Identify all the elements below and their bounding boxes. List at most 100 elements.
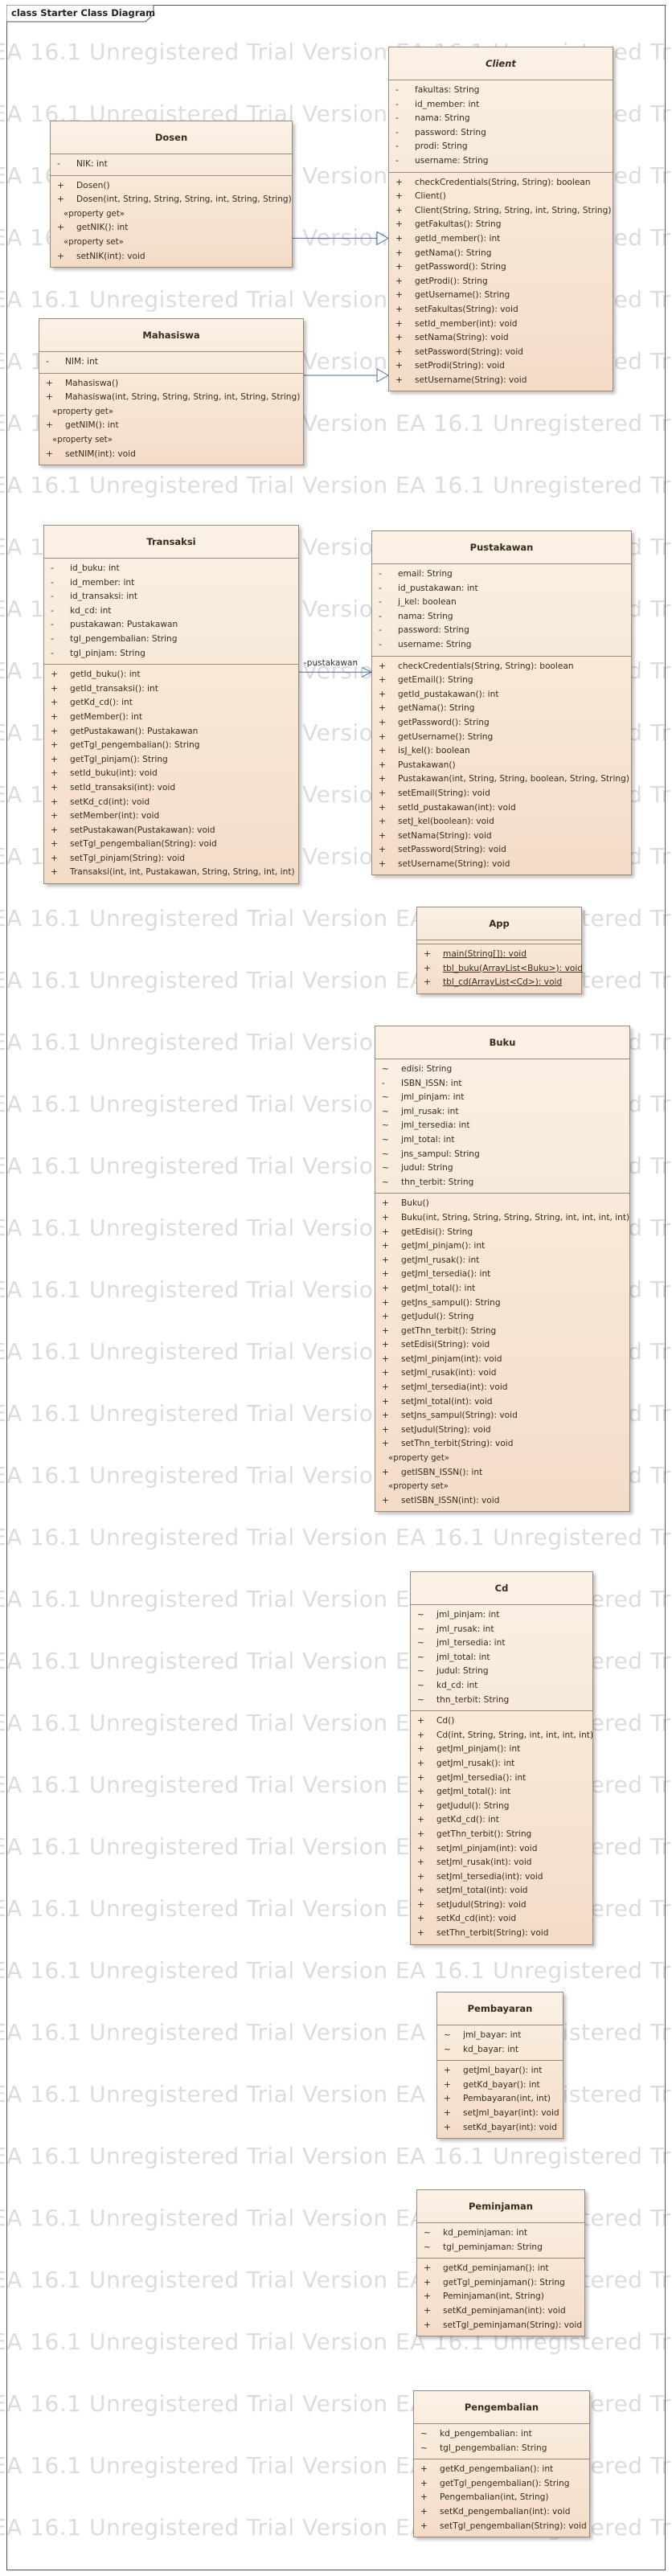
attribute-text: password: String: [415, 127, 486, 137]
operation-text: getISBN_ISSN(): int: [401, 1467, 483, 1477]
stereotype-label: «property set»: [388, 1482, 449, 1492]
operation-text: setJ_kel(boolean): void: [398, 817, 494, 827]
operation-text: Pembayaran(int, int): [463, 2094, 551, 2104]
operation-text: setUsername(String): void: [415, 375, 527, 385]
operation: + getUsername(): String: [377, 731, 628, 745]
operation-text: getKd_peminjaman(): int: [443, 2263, 549, 2274]
operation: + setTgl_pengembalian(String): void: [49, 838, 295, 852]
operation-text: setTgl_pengembalian(String): void: [440, 2521, 587, 2531]
visibility-marker: -: [382, 1078, 385, 1088]
visibility-marker: +: [382, 1424, 389, 1435]
operation-text: setEdisi(String): void: [401, 1340, 490, 1350]
operation-text: setPassword(String): void: [415, 346, 523, 357]
visibility-marker: +: [444, 2094, 451, 2104]
attribute-text: fakultas: String: [415, 85, 480, 95]
operation-text: getId_buku(): int: [70, 670, 141, 680]
operation-text: getKd_bayar(): int: [463, 2079, 540, 2090]
operation-text: getJns_sampul(): String: [401, 1297, 501, 1308]
class-name: Transaksi: [44, 526, 298, 559]
class-cd[interactable]: Cd ~ jml_pinjam: int ~ jml_rusak: int ~ jml_te…: [410, 1571, 593, 1945]
visibility-marker: +: [51, 839, 58, 850]
visibility-marker: +: [379, 717, 386, 727]
visibility-marker: -: [395, 85, 399, 95]
visibility-marker: +: [51, 683, 58, 694]
visibility-marker: +: [395, 219, 403, 230]
visibility-marker: +: [379, 774, 386, 784]
operation-text: setISBN_ISSN(int): void: [401, 1495, 500, 1505]
visibility-marker: +: [379, 689, 386, 699]
operation: + getJml_rusak(): int: [380, 1254, 626, 1268]
attribute-text: tgl_pengembalian: String: [440, 2443, 547, 2453]
visibility-marker: ~: [382, 1149, 389, 1159]
operation: + Pembayaran(int, int): [442, 2092, 559, 2107]
operation-text: Mahasiswa(int, String, String, String, i…: [65, 392, 301, 403]
operation-text: getJudul(): String: [401, 1312, 474, 1322]
attribute: - NIM: int: [44, 355, 300, 370]
operation: + Pustakawan(int, String, String, boolean…: [377, 772, 629, 787]
visibility-marker: ~: [417, 1680, 424, 1690]
visibility-marker: ~: [417, 1652, 424, 1662]
visibility-marker: +: [424, 977, 431, 988]
operation: + getNama(): String: [394, 247, 609, 261]
operation-text: setThn_terbit(String): void: [401, 1439, 514, 1449]
operation: + getJml_total(): int: [380, 1282, 626, 1296]
attribute-text: NIM: int: [65, 357, 98, 367]
class-pembayaran[interactable]: Pembayaran ~ jml_bayar: int ~ kd_bayar: int +…: [436, 1992, 563, 2140]
operation: + setJml_tersedia(int): void: [380, 1381, 626, 1395]
visibility-marker: +: [395, 177, 403, 187]
class-mahasiswa[interactable]: Mahasiswa - NIM: int + Mahasiswa() + Mahasiswa…: [39, 318, 304, 466]
attribute: - pustakawan: Pustakawan: [49, 618, 295, 633]
operation: + getKd_bayar(): int: [442, 2078, 559, 2093]
visibility-marker: ~: [382, 1092, 389, 1103]
visibility-marker: +: [417, 1787, 424, 1797]
class-buku[interactable]: Buku ~ edisi: String - ISBN_ISSN: int ~ jml_pi…: [375, 1026, 630, 1513]
visibility-marker: ~: [382, 1163, 389, 1173]
attribute-text: email: String: [398, 569, 453, 579]
class-dosen[interactable]: Dosen - NIK: int + Dosen() + Dosen(int, String…: [50, 121, 293, 268]
visibility-marker: -: [57, 159, 60, 169]
attribute: ~ jml_bayar: int: [442, 2029, 559, 2043]
class-pustakawan[interactable]: Pustakawan - email: String - id_pustakawan: …: [371, 530, 632, 876]
operation-text: setJml_bayar(int): void: [463, 2107, 559, 2118]
visibility-marker: -: [51, 605, 54, 616]
visibility-marker: +: [382, 1325, 389, 1336]
visibility-marker: +: [51, 797, 58, 807]
visibility-marker: ~: [382, 1120, 389, 1131]
visibility-marker: -: [395, 113, 399, 124]
visibility-marker: +: [382, 1198, 389, 1209]
operation: + setThn_terbit(String): void: [380, 1437, 626, 1452]
visibility-marker: +: [51, 853, 58, 863]
operation: + setKd_peminjaman(int): void: [422, 2304, 581, 2319]
operation: + getEdisi(): String: [380, 1226, 626, 1240]
class-peminjaman[interactable]: Peminjaman ~ kd_peminjaman: int ~ tgl_peminj…: [416, 2189, 585, 2337]
operation-text: setTgl_peminjaman(String): void: [443, 2320, 583, 2330]
visibility-marker: +: [424, 2291, 431, 2302]
class-pengembalian[interactable]: Pengembalian ~ kd_pengembalian: int ~ tgl_pe…: [413, 2390, 590, 2538]
operation-text: getNIM(): int: [65, 420, 119, 431]
operation-text: setJml_total(int): void: [436, 1886, 528, 1896]
visibility-marker: +: [46, 420, 53, 431]
operation-text: getPassword(): String: [398, 717, 490, 727]
attribute-text: judul: String: [436, 1666, 489, 1677]
class-app[interactable]: App + main(String[]): void + tbl_buku(ArrayL…: [416, 907, 583, 994]
operation: + setTgl_pinjam(String): void: [49, 852, 295, 866]
operation: + setFakultas(String): void: [394, 303, 609, 317]
class-transaksi[interactable]: Transaksi - id_buku: int - id_member: int - id…: [43, 525, 299, 885]
visibility-marker: +: [417, 1730, 424, 1740]
attribute: - kd_cd: int: [49, 604, 295, 619]
visibility-marker: -: [379, 625, 382, 636]
operation-text: getProdi(): String: [415, 276, 488, 286]
visibility-marker: +: [382, 1227, 389, 1237]
operation: + getProdi(): String: [394, 275, 609, 289]
class-client[interactable]: Client - fakultas: String - id_member: int - n…: [388, 47, 613, 392]
visibility-marker: +: [417, 1899, 424, 1910]
operation: + setJml_bayar(int): void: [442, 2107, 559, 2121]
attribute-text: jml_tersedia: int: [436, 1638, 506, 1648]
attribute: ~ jns_sampul: String: [380, 1148, 626, 1162]
visibility-marker: +: [417, 1716, 424, 1726]
attribute: - id_member: int: [394, 98, 609, 113]
operation-text: getJml_bayar(): int: [463, 2066, 543, 2076]
class-name: Cd: [411, 1572, 592, 1605]
operation: + setProdi(String): void: [394, 359, 609, 374]
operation-text: getFakultas(): String: [415, 219, 502, 230]
